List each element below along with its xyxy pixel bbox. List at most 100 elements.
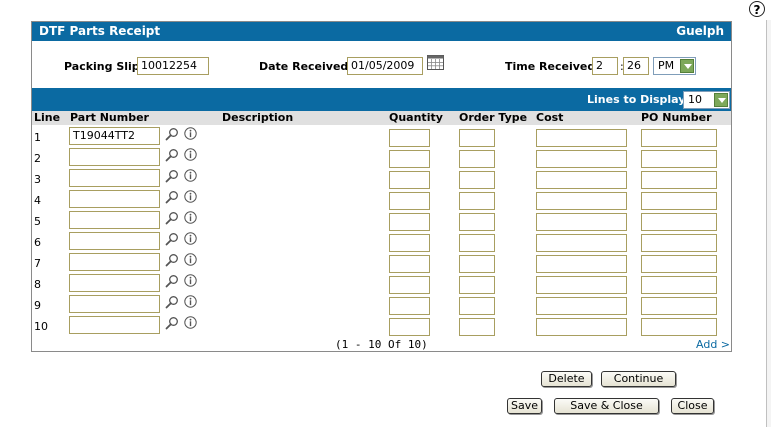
table-row: 6	[32, 231, 731, 252]
order-type-input[interactable]	[459, 276, 495, 294]
delete-button[interactable]: Delete	[541, 371, 592, 387]
order-type-input[interactable]	[459, 297, 495, 315]
save-button[interactable]: Save	[507, 398, 542, 414]
cost-input[interactable]	[536, 129, 627, 147]
search-icon[interactable]	[165, 274, 179, 288]
help-icon[interactable]: ?	[749, 1, 765, 17]
line-number: 4	[34, 194, 41, 207]
po-number-input[interactable]	[641, 129, 717, 147]
quantity-input[interactable]	[389, 150, 430, 168]
order-type-input[interactable]	[459, 150, 495, 168]
search-icon[interactable]	[165, 316, 179, 330]
chevron-down-icon[interactable]	[680, 59, 694, 73]
po-number-input[interactable]	[641, 150, 717, 168]
line-number: 10	[34, 320, 48, 333]
lines-to-display-select[interactable]: 10	[683, 91, 730, 109]
search-icon[interactable]	[165, 295, 179, 309]
search-icon[interactable]	[165, 211, 179, 225]
ampm-select[interactable]: PM	[653, 57, 696, 75]
part-number-input[interactable]	[69, 295, 160, 313]
cost-input[interactable]	[536, 297, 627, 315]
quantity-input[interactable]	[389, 297, 430, 315]
cost-input[interactable]	[536, 192, 627, 210]
order-type-input[interactable]	[459, 318, 495, 336]
search-icon[interactable]	[165, 232, 179, 246]
packing-slip-label: Packing Slip:	[64, 60, 145, 73]
info-icon[interactable]	[184, 274, 197, 287]
order-type-input[interactable]	[459, 213, 495, 231]
order-type-input[interactable]	[459, 255, 495, 273]
cost-input[interactable]	[536, 213, 627, 231]
quantity-input[interactable]	[389, 318, 430, 336]
cost-input[interactable]	[536, 276, 627, 294]
part-number-input[interactable]	[69, 169, 160, 187]
info-icon[interactable]	[184, 316, 197, 329]
quantity-input[interactable]	[389, 255, 430, 273]
po-number-input[interactable]	[641, 171, 717, 189]
calendar-icon[interactable]	[427, 55, 444, 70]
date-received-input[interactable]: 01/05/2009	[347, 57, 423, 75]
quantity-input[interactable]	[389, 192, 430, 210]
cost-input[interactable]	[536, 234, 627, 252]
part-number-input[interactable]	[69, 253, 160, 271]
info-icon[interactable]	[184, 190, 197, 203]
info-icon[interactable]	[184, 253, 197, 266]
cost-input[interactable]	[536, 150, 627, 168]
search-icon[interactable]	[165, 127, 179, 141]
po-number-input[interactable]	[641, 297, 717, 315]
info-icon[interactable]	[184, 148, 197, 161]
order-type-input[interactable]	[459, 129, 495, 147]
quantity-input[interactable]	[389, 276, 430, 294]
cost-input[interactable]	[536, 318, 627, 336]
order-type-input[interactable]	[459, 234, 495, 252]
part-number-input[interactable]	[69, 274, 160, 292]
po-number-input[interactable]	[641, 276, 717, 294]
info-icon[interactable]	[184, 295, 197, 308]
info-icon[interactable]	[184, 169, 197, 182]
part-number-input[interactable]: T19044TT2	[69, 127, 160, 145]
search-icon[interactable]	[165, 190, 179, 204]
time-hour-input[interactable]: 2	[592, 57, 618, 75]
quantity-input[interactable]	[389, 234, 430, 252]
scrollbar[interactable]	[766, 20, 771, 427]
po-number-input[interactable]	[641, 255, 717, 273]
part-number-input[interactable]	[69, 316, 160, 334]
po-number-input[interactable]	[641, 318, 717, 336]
table-row: 7	[32, 252, 731, 273]
time-minute-input[interactable]: 26	[623, 57, 649, 75]
line-number: 9	[34, 299, 41, 312]
close-button[interactable]: Close	[671, 398, 714, 414]
col-part-number: Part Number	[70, 111, 149, 124]
info-icon[interactable]	[184, 211, 197, 224]
search-icon[interactable]	[165, 148, 179, 162]
chevron-down-icon[interactable]	[714, 93, 728, 107]
search-icon[interactable]	[165, 169, 179, 183]
order-type-input[interactable]	[459, 192, 495, 210]
pager-text: (1 - 10 Of 10)	[335, 338, 428, 351]
continue-button[interactable]: Continue	[601, 371, 676, 387]
add-link[interactable]: Add >	[696, 338, 730, 351]
part-number-input[interactable]	[69, 232, 160, 250]
title-bar: DTF Parts Receipt Guelph	[32, 22, 731, 41]
table-row: 4	[32, 189, 731, 210]
search-icon[interactable]	[165, 253, 179, 267]
quantity-input[interactable]	[389, 171, 430, 189]
quantity-input[interactable]	[389, 213, 430, 231]
part-number-input[interactable]	[69, 190, 160, 208]
part-number-input[interactable]	[69, 148, 160, 166]
po-number-input[interactable]	[641, 213, 717, 231]
save-and-close-button[interactable]: Save & Close	[554, 398, 659, 414]
info-icon[interactable]	[184, 127, 197, 140]
po-number-input[interactable]	[641, 192, 717, 210]
part-number-input[interactable]	[69, 211, 160, 229]
lines-to-display-value: 10	[688, 93, 702, 106]
quantity-input[interactable]	[389, 129, 430, 147]
packing-slip-input[interactable]: 10012254	[137, 57, 209, 75]
po-number-input[interactable]	[641, 234, 717, 252]
line-number: 8	[34, 278, 41, 291]
cost-input[interactable]	[536, 171, 627, 189]
cost-input[interactable]	[536, 255, 627, 273]
col-quantity: Quantity	[389, 111, 443, 124]
info-icon[interactable]	[184, 232, 197, 245]
order-type-input[interactable]	[459, 171, 495, 189]
